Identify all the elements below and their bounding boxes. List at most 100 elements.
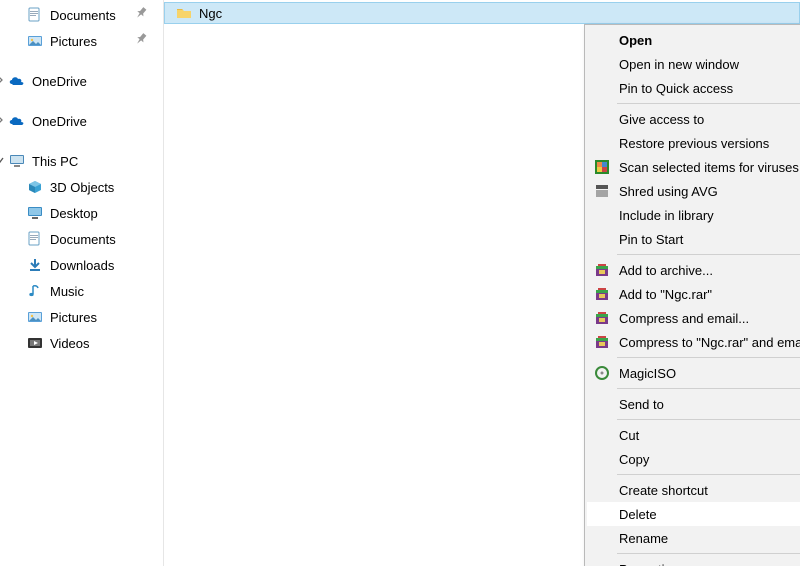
- sidebar-item-label: Pictures: [50, 34, 97, 49]
- menu-item-label: Compress to "Ngc.rar" and email: [619, 335, 800, 350]
- menu-item-label: Properties: [619, 562, 678, 566]
- sidebar-item-pictures[interactable]: Pictures: [0, 304, 163, 330]
- file-row-selected[interactable]: Ngc: [164, 2, 800, 24]
- sidebar-item-thispc[interactable]: This PC: [0, 148, 163, 174]
- menu-separator: [617, 388, 800, 389]
- documents-icon: [26, 230, 44, 248]
- menu-item-label: Compress and email...: [619, 311, 749, 326]
- 3dobjects-icon: [26, 178, 44, 196]
- pictures-icon: [26, 308, 44, 326]
- menu-item-compress-email[interactable]: Compress and email...: [587, 306, 800, 330]
- menu-separator: [617, 553, 800, 554]
- menu-item-shred-avg[interactable]: Shred using AVG: [587, 179, 800, 203]
- menu-item-create-shortcut[interactable]: Create shortcut: [587, 478, 800, 502]
- sidebar-item-label: Videos: [50, 336, 90, 351]
- menu-item-rename[interactable]: Rename: [587, 526, 800, 550]
- sidebar-item-documents[interactable]: Documents: [0, 226, 163, 252]
- file-list-pane[interactable]: Ngc Open Open in new window Pin to Quick…: [164, 0, 800, 566]
- navigation-pane: Documents Pictures OneDrive: [0, 0, 164, 566]
- onedrive-icon: [8, 112, 26, 130]
- context-menu: Open Open in new window Pin to Quick acc…: [584, 24, 800, 566]
- menu-separator: [617, 254, 800, 255]
- sidebar-item-pictures[interactable]: Pictures: [0, 28, 163, 54]
- downloads-icon: [26, 256, 44, 274]
- menu-separator: [617, 474, 800, 475]
- menu-item-magiciso[interactable]: MagicISO: [587, 361, 800, 385]
- documents-icon: [26, 6, 44, 24]
- pin-icon: [135, 7, 149, 21]
- sidebar-item-label: OneDrive: [32, 114, 87, 129]
- sidebar-item-desktop[interactable]: Desktop: [0, 200, 163, 226]
- pictures-icon: [26, 32, 44, 50]
- menu-item-label: Add to archive...: [619, 263, 713, 278]
- music-icon: [26, 282, 44, 300]
- sidebar-item-label: Downloads: [50, 258, 114, 273]
- chevron-right-icon[interactable]: [0, 76, 6, 86]
- menu-item-properties[interactable]: Properties: [587, 557, 800, 566]
- menu-item-label: Cut: [619, 428, 639, 443]
- sidebar-item-music[interactable]: Music: [0, 278, 163, 304]
- menu-item-scan-viruses[interactable]: Scan selected items for viruses: [587, 155, 800, 179]
- menu-item-label: Rename: [619, 531, 668, 546]
- menu-item-delete[interactable]: Delete: [587, 502, 800, 526]
- sidebar-item-label: Desktop: [50, 206, 98, 221]
- menu-item-label: Copy: [619, 452, 649, 467]
- menu-separator: [617, 103, 800, 104]
- menu-item-label: Pin to Start: [619, 232, 683, 247]
- menu-separator: [617, 419, 800, 420]
- scan-icon: [593, 158, 611, 176]
- magiciso-icon: [593, 364, 611, 382]
- menu-item-send-to[interactable]: Send to: [587, 392, 800, 416]
- menu-item-open[interactable]: Open: [587, 28, 800, 52]
- menu-item-cut[interactable]: Cut: [587, 423, 800, 447]
- menu-item-label: Pin to Quick access: [619, 81, 733, 96]
- menu-item-label: Scan selected items for viruses: [619, 160, 799, 175]
- menu-item-add-ngc-rar[interactable]: Add to "Ngc.rar": [587, 282, 800, 306]
- menu-item-label: Create shortcut: [619, 483, 708, 498]
- menu-item-copy[interactable]: Copy: [587, 447, 800, 471]
- menu-separator: [617, 357, 800, 358]
- menu-item-label: Give access to: [619, 112, 704, 127]
- menu-item-label: Open: [619, 33, 652, 48]
- chevron-right-icon[interactable]: [0, 116, 6, 126]
- folder-icon: [175, 4, 193, 22]
- winrar-icon: [593, 309, 611, 327]
- menu-item-label: MagicISO: [619, 366, 676, 381]
- sidebar-item-3dobjects[interactable]: 3D Objects: [0, 174, 163, 200]
- sidebar-item-label: Pictures: [50, 310, 97, 325]
- menu-item-label: Shred using AVG: [619, 184, 718, 199]
- menu-item-label: Restore previous versions: [619, 136, 769, 151]
- menu-item-give-access[interactable]: Give access to: [587, 107, 800, 131]
- videos-icon: [26, 334, 44, 352]
- sidebar-item-label: Music: [50, 284, 84, 299]
- thispc-icon: [8, 152, 26, 170]
- sidebar-item-label: Documents: [50, 8, 116, 23]
- sidebar-item-onedrive[interactable]: OneDrive: [0, 108, 163, 134]
- winrar-icon: [593, 285, 611, 303]
- menu-item-pin-start[interactable]: Pin to Start: [587, 227, 800, 251]
- menu-item-label: Include in library: [619, 208, 714, 223]
- menu-item-label: Delete: [619, 507, 657, 522]
- file-name-label: Ngc: [199, 6, 222, 21]
- menu-item-restore-versions[interactable]: Restore previous versions: [587, 131, 800, 155]
- menu-item-add-archive[interactable]: Add to archive...: [587, 258, 800, 282]
- sidebar-item-label: 3D Objects: [50, 180, 114, 195]
- menu-item-pin-quick-access[interactable]: Pin to Quick access: [587, 76, 800, 100]
- sidebar-item-onedrive[interactable]: OneDrive: [0, 68, 163, 94]
- sidebar-item-label: OneDrive: [32, 74, 87, 89]
- menu-item-compress-ngc-email[interactable]: Compress to "Ngc.rar" and email: [587, 330, 800, 354]
- menu-item-open-new-window[interactable]: Open in new window: [587, 52, 800, 76]
- sidebar-item-documents[interactable]: Documents: [0, 2, 163, 28]
- sidebar-item-label: This PC: [32, 154, 78, 169]
- menu-item-label: Open in new window: [619, 57, 739, 72]
- sidebar-item-videos[interactable]: Videos: [0, 330, 163, 356]
- sidebar-item-downloads[interactable]: Downloads: [0, 252, 163, 278]
- winrar-icon: [593, 261, 611, 279]
- chevron-down-icon[interactable]: [0, 156, 6, 166]
- desktop-icon: [26, 204, 44, 222]
- onedrive-icon: [8, 72, 26, 90]
- pin-icon: [135, 33, 149, 47]
- explorer-window: Documents Pictures OneDrive: [0, 0, 800, 566]
- sidebar-item-label: Documents: [50, 232, 116, 247]
- menu-item-include-library[interactable]: Include in library: [587, 203, 800, 227]
